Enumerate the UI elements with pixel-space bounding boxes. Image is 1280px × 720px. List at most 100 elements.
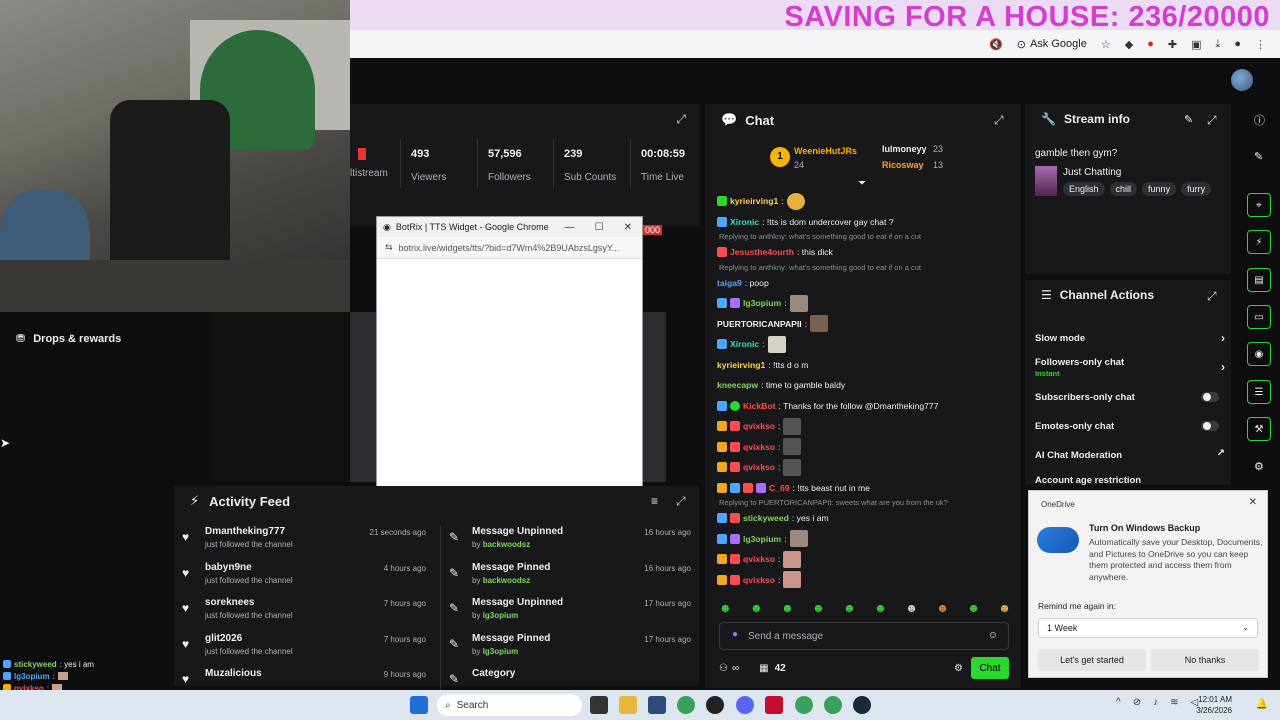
- taskbar-clock[interactable]: 12:01 AM 3/26/2026: [1196, 694, 1232, 716]
- download-icon[interactable]: ⤓: [1215, 38, 1220, 51]
- chat-reply-context: Replying to anthkny: what's something go…: [719, 262, 921, 272]
- emote-icon[interactable]: ☻: [843, 601, 856, 617]
- action-ai-moderation[interactable]: AI Chat Moderation ↗: [1035, 448, 1225, 461]
- lets-get-started-button[interactable]: Let's get started: [1038, 649, 1146, 671]
- profile-icon[interactable]: ●: [1234, 38, 1241, 50]
- heart-icon: ♥: [182, 672, 190, 686]
- minimize-icon[interactable]: —: [565, 222, 575, 233]
- list-item: lg3opium:: [0, 670, 174, 682]
- close-icon[interactable]: ✕: [1249, 497, 1257, 508]
- expand-icon[interactable]: ⤢: [676, 112, 686, 127]
- layout-icon[interactable]: ☰: [1247, 380, 1271, 404]
- task-view-icon[interactable]: [590, 696, 608, 714]
- nav-drops-rewards[interactable]: ⛃ Drops & rewards: [16, 332, 121, 346]
- expand-icon[interactable]: ⤢: [994, 113, 1004, 128]
- chat-bubble-icon: 💬: [721, 112, 738, 127]
- preview-badge: 000: [643, 225, 663, 235]
- emote-icon[interactable]: ☻: [812, 601, 825, 617]
- points-icon[interactable]: ▦: [759, 663, 768, 674]
- puzzle-icon[interactable]: ✚: [1168, 38, 1177, 51]
- ask-google-button[interactable]: ⊙ Ask Google: [1017, 38, 1087, 51]
- action-slow-mode[interactable]: Slow mode ›: [1035, 331, 1225, 345]
- emoji-picker-icon[interactable]: ☺: [988, 630, 998, 641]
- dashboard-topbar: [350, 58, 1280, 102]
- wifi-icon[interactable]: ≋: [1170, 697, 1178, 708]
- maximize-icon[interactable]: ☐: [595, 222, 604, 233]
- network-icon[interactable]: ⊘: [1133, 697, 1141, 708]
- notification-bell-icon[interactable]: 🔔: [1256, 699, 1268, 710]
- settings-gear-icon[interactable]: ⚙: [954, 663, 963, 674]
- extension-icon[interactable]: ●: [1147, 38, 1154, 50]
- users-icon[interactable]: ⚇: [719, 663, 728, 674]
- action-account-age[interactable]: Account age restriction: [1035, 475, 1225, 486]
- settings-gear-icon[interactable]: ⚙: [1254, 460, 1264, 473]
- chat-input[interactable]: ● Send a message ☺: [719, 622, 1009, 650]
- stream-tags: English chill funny furry: [1063, 182, 1212, 196]
- tts-window-titlebar[interactable]: ◉ BotRix | TTS Widget - Google Chrome — …: [377, 217, 642, 237]
- system-tray: ^ ⊘ ♪ ≋ ◁: [1116, 697, 1198, 708]
- avatar[interactable]: [1231, 69, 1253, 91]
- sidebar-icon[interactable]: ▣: [1191, 38, 1201, 51]
- close-icon[interactable]: ✕: [624, 222, 632, 233]
- chat-message: kyrieirving1:: [717, 191, 1013, 212]
- unpin-icon: ✎: [449, 601, 460, 615]
- chat-message: stickyweed: yes i am: [717, 508, 1013, 529]
- stat-time-live: 00:08:59 Time Live: [630, 138, 700, 188]
- filter-icon[interactable]: ≡: [651, 494, 658, 508]
- obs-icon[interactable]: [706, 696, 724, 714]
- emote-icon[interactable]: ☻: [936, 601, 949, 617]
- tts-url-bar[interactable]: ⇆ botrix.live/widgets/tts/?bid=d7Wm4%2B9…: [377, 237, 642, 259]
- emote-icon[interactable]: ☻: [998, 601, 1011, 617]
- emote-icon[interactable]: ☻: [719, 601, 732, 617]
- extension-icon[interactable]: ◆: [1125, 38, 1133, 51]
- pencil-icon[interactable]: ✎: [1254, 150, 1263, 163]
- emote-icon[interactable]: ☻: [781, 601, 794, 617]
- chat-header: 💬 Chat: [721, 112, 775, 128]
- chevron-up-icon[interactable]: ^: [1116, 697, 1121, 708]
- wrench-icon[interactable]: ⚒: [1247, 417, 1271, 441]
- mic-icon[interactable]: ♪: [1153, 697, 1158, 708]
- emote-icon[interactable]: ☻: [874, 601, 887, 617]
- expand-icon[interactable]: ⤢: [1207, 113, 1217, 128]
- chrome-icon[interactable]: [677, 696, 695, 714]
- chrome-icon[interactable]: [795, 696, 813, 714]
- mute-icon[interactable]: 🔇: [989, 38, 1003, 51]
- adobe-icon[interactable]: [765, 696, 783, 714]
- expand-icon[interactable]: ⤢: [676, 494, 686, 509]
- stream-category: Just Chatting: [1063, 167, 1122, 178]
- steam-icon[interactable]: [853, 696, 871, 714]
- emotes-only-toggle[interactable]: [1201, 421, 1219, 431]
- tts-widget-window[interactable]: ◉ BotRix | TTS Widget - Google Chrome — …: [376, 216, 643, 525]
- menu-kebab-icon[interactable]: ⋮: [1255, 38, 1266, 51]
- chat-message: qvixkso:: [717, 457, 1013, 478]
- discord-icon[interactable]: [736, 696, 754, 714]
- store-icon[interactable]: [648, 696, 666, 714]
- no-thanks-button[interactable]: No thanks: [1151, 649, 1259, 671]
- mic-icon[interactable]: ●: [732, 629, 738, 640]
- expand-icon[interactable]: ⤢: [1207, 289, 1217, 304]
- emote-icon[interactable]: ☻: [967, 601, 980, 617]
- broadcast-icon[interactable]: ◉: [1247, 342, 1271, 366]
- document-icon[interactable]: ▤: [1247, 268, 1271, 292]
- chat-bubble-icon[interactable]: ▭: [1247, 305, 1271, 329]
- action-followers-only[interactable]: Followers-only chat Instant ›: [1035, 357, 1225, 378]
- chrome-icon[interactable]: [824, 696, 842, 714]
- edit-pencil-icon[interactable]: ✎: [1184, 113, 1193, 126]
- activity-followers-list: ♥ Dmantheking777 just followed the chann…: [174, 526, 434, 704]
- taskbar-search[interactable]: ⌕ Search: [437, 694, 582, 716]
- emote-icon[interactable]: ☻: [905, 601, 918, 617]
- start-menu-icon[interactable]: [410, 696, 428, 714]
- subscribers-only-toggle[interactable]: [1201, 392, 1219, 402]
- bolt-icon[interactable]: ⚡: [1247, 230, 1271, 254]
- bookmark-star-icon[interactable]: ☆: [1101, 38, 1111, 51]
- activity-feed-header: ⚡ Activity Feed: [190, 493, 291, 509]
- notification-app-name: OneDrive: [1041, 500, 1075, 509]
- target-icon[interactable]: ⌖: [1247, 193, 1271, 217]
- emote-icon[interactable]: ☻: [750, 601, 763, 617]
- remind-select[interactable]: 1 Week ⌄: [1038, 618, 1258, 638]
- file-explorer-icon[interactable]: [619, 696, 637, 714]
- chat-send-button[interactable]: Chat: [971, 657, 1009, 679]
- info-icon[interactable]: ⓘ: [1254, 112, 1265, 128]
- chat-filter-icon[interactable]: ⏷: [858, 178, 866, 189]
- chevron-right-icon: ›: [1221, 331, 1225, 345]
